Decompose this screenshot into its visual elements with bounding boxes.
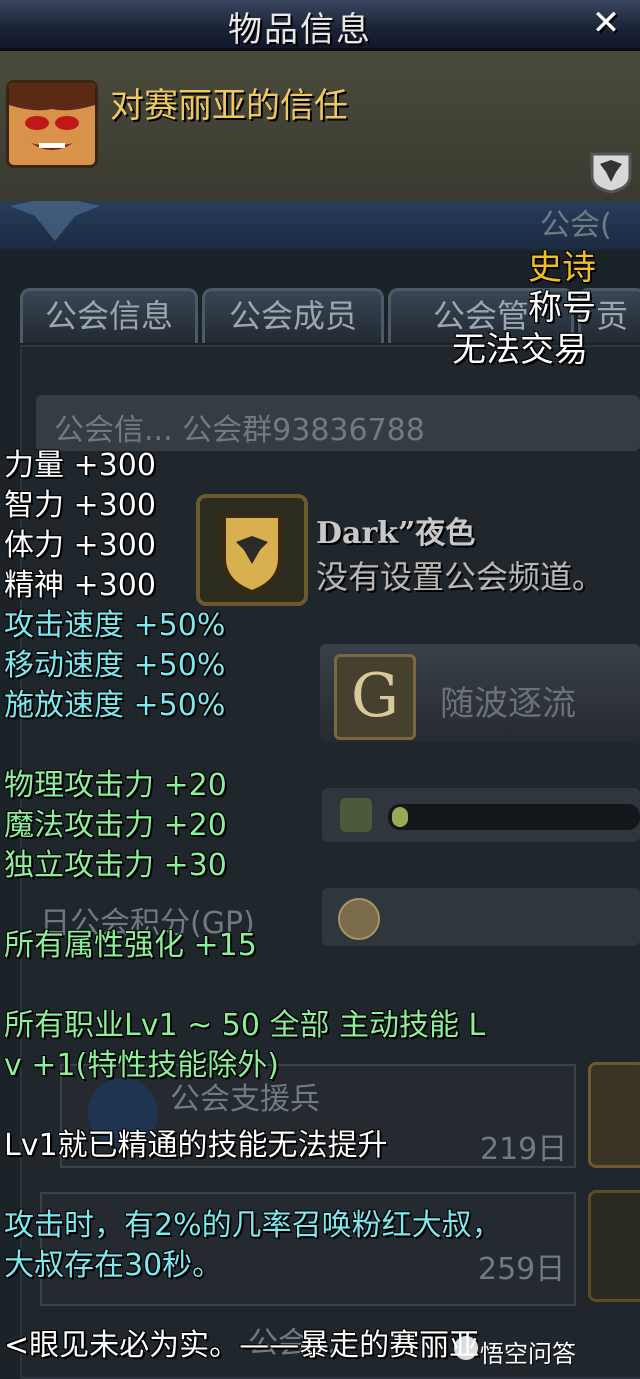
guild-name: Dark”夜色 [316,516,476,551]
close-button[interactable]: ✕ [584,4,628,44]
skill-bonus-line2: v +1(特性技能除外) [4,1048,279,1083]
g-letter-icon: G [334,654,416,740]
tab-guild-members[interactable]: 公会成员 [202,288,384,343]
window-title: 物品信息 [228,10,372,50]
stat-vitality: 体力 +300 [4,528,156,563]
guild-mode-label: 随波逐流 [440,684,576,724]
title-badge-icon [590,152,632,194]
seria-face-icon [9,83,95,165]
support-days-2: 259日 [478,1252,566,1287]
guild-shield-icon [222,514,282,595]
watermark-logo-icon [454,1336,478,1360]
stat-intelligence: 智力 +300 [4,488,156,523]
stat-spirit: 精神 +300 [4,568,156,603]
stat-cast-speed: 施放速度 +50% [4,688,226,723]
gp-coin-icon [338,898,380,940]
level-icon [340,798,372,832]
guild-emblem-icon[interactable] [196,494,308,606]
item-name: 对赛丽亚的信任 [110,86,348,126]
guild-channel-status: 没有设置公会频道。 [316,558,605,596]
proc-line2: 大叔存在30秒。 [4,1248,223,1283]
stat-element: 所有属性强化 +15 [4,928,257,963]
stat-independent-attack: 独立攻击力 +30 [4,848,227,883]
support-slot-icon[interactable] [588,1062,640,1168]
skill-note: Lv1就已精通的技能无法提升 [4,1128,388,1163]
proc-line1: 攻击时，有2%的几率召唤粉红大叔， [4,1208,502,1243]
stat-physical-attack: 物理攻击力 +20 [4,768,227,803]
stat-strength: 力量 +300 [4,448,156,483]
stat-attack-speed: 攻击速度 +50% [4,608,226,643]
guild-top-label: 公会( [540,208,612,243]
guild-exp-track [388,804,640,830]
tab-guild-info[interactable]: 公会信息 [20,288,198,343]
guild-exp-fill [392,807,408,827]
item-flavor-text: <眼见未必为实。——暴走的赛丽亚 [4,1328,480,1363]
item-portrait-icon [6,80,98,168]
support-slot-icon-2[interactable] [588,1190,640,1302]
watermark: 悟空问答 [480,1340,576,1368]
support-days: 219日 [480,1132,568,1167]
item-trade-status: 无法交易 [452,330,588,370]
stat-move-speed: 移动速度 +50% [4,648,226,683]
stat-magic-attack: 魔法攻击力 +20 [4,808,227,843]
skill-bonus-line1: 所有职业Lv1 ~ 50 全部 主动技能 L [4,1008,486,1043]
